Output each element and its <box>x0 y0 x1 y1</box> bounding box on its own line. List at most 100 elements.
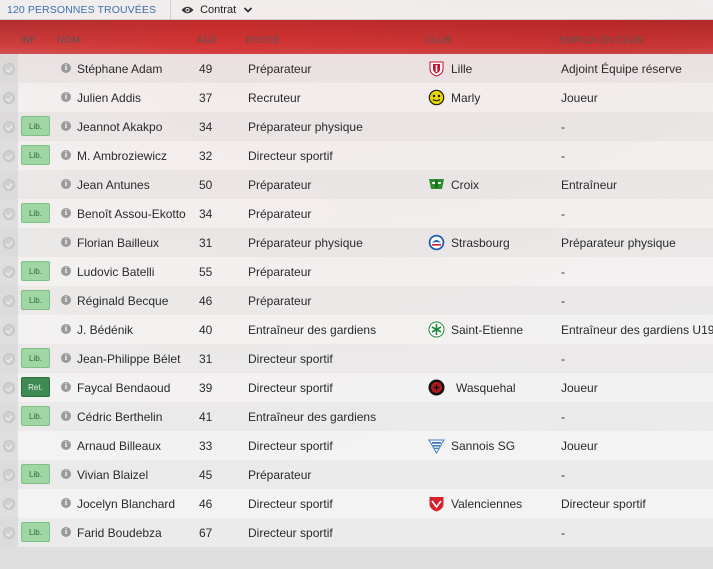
person-name[interactable]: Arnaud Billeaux <box>77 439 161 453</box>
status-badge: Ret. <box>21 377 50 397</box>
column-header-nom[interactable]: NOM <box>57 35 80 46</box>
person-name[interactable]: Jean Antunes <box>77 178 150 192</box>
person-name[interactable]: Jeannot Akakpo <box>77 120 162 134</box>
check-icon[interactable] <box>3 121 15 133</box>
view-selector-button[interactable]: Contrat <box>171 0 253 20</box>
valenciennes-crest-icon <box>428 495 445 512</box>
column-header-club[interactable]: CLUB <box>425 35 452 46</box>
info-icon[interactable]: i <box>61 237 71 247</box>
club-role: - <box>561 294 565 308</box>
person-name[interactable]: Jocelyn Blanchard <box>77 497 175 511</box>
column-header-inf[interactable]: INF <box>20 35 36 46</box>
check-icon[interactable] <box>3 92 15 104</box>
person-name[interactable]: Cédric Berthelin <box>77 410 162 424</box>
club-role: - <box>561 265 565 279</box>
person-name[interactable]: Benoît Assou-Ekotto <box>77 207 186 221</box>
lille-crest-icon <box>428 60 445 77</box>
table-row[interactable]: i Julien Addis 37 Recruteur Marly Joueur <box>0 83 713 112</box>
club-name[interactable]: Valenciennes <box>451 497 522 511</box>
table-row[interactable]: Lib. i Jeannot Akakpo 34 Préparateur physiqu… <box>0 112 713 141</box>
info-icon[interactable]: i <box>61 382 71 392</box>
table-row[interactable]: i Jean Antunes 50 Préparateur Croix Entraîneu… <box>0 170 713 199</box>
check-icon[interactable] <box>3 208 15 220</box>
person-poste: Entraîneur des gardiens <box>248 410 377 424</box>
info-icon[interactable]: i <box>61 92 71 102</box>
club-name[interactable]: Wasquehal <box>456 381 516 395</box>
check-icon[interactable] <box>3 353 15 365</box>
person-name[interactable]: Farid Boudebza <box>77 526 162 540</box>
check-icon[interactable] <box>3 498 15 510</box>
info-icon[interactable]: i <box>61 208 71 218</box>
column-header-emploi[interactable]: EMPLOI EN CLUB <box>559 35 643 46</box>
person-name[interactable]: Stéphane Adam <box>77 62 162 76</box>
person-name[interactable]: Florian Bailleux <box>77 236 159 250</box>
person-name[interactable]: Ludovic Batelli <box>77 265 154 279</box>
table-row[interactable]: Lib. i M. Ambroziewicz 32 Directeur sportif - <box>0 141 713 170</box>
info-icon[interactable]: i <box>61 440 71 450</box>
table-row[interactable]: i J. Bédénik 40 Entraîneur des gardiens Sain… <box>0 315 713 344</box>
person-name[interactable]: Julien Addis <box>77 91 141 105</box>
saint-etienne-crest-icon <box>428 321 445 338</box>
club-name[interactable]: Strasbourg <box>451 236 510 250</box>
table-row[interactable]: Lib. i Réginald Becque 46 Préparateur - <box>0 286 713 315</box>
check-icon[interactable] <box>3 266 15 278</box>
table-row[interactable]: i Stéphane Adam 49 Préparateur Lille Adjoint … <box>0 54 713 83</box>
table-row[interactable]: Lib. i Farid Boudebza 67 Directeur sportif - <box>0 518 713 547</box>
info-icon[interactable]: i <box>61 411 71 421</box>
club-name[interactable]: Lille <box>451 62 472 76</box>
info-icon[interactable]: i <box>61 324 71 334</box>
check-icon[interactable] <box>3 440 15 452</box>
info-icon[interactable]: i <box>61 469 71 479</box>
table-row[interactable]: Ret. i Faycal Bendaoud 39 Directeur sportif W… <box>0 373 713 402</box>
info-icon[interactable]: i <box>61 266 71 276</box>
check-icon[interactable] <box>3 63 15 75</box>
club-name[interactable]: Croix <box>451 178 479 192</box>
person-name[interactable]: Vivian Blaizel <box>77 468 148 482</box>
table-header: INF NOM ÂGE POSTE CLUB EMPLOI EN CLUB <box>0 29 713 53</box>
info-icon[interactable]: i <box>61 353 71 363</box>
check-icon[interactable] <box>3 382 15 394</box>
check-icon[interactable] <box>3 324 15 336</box>
person-name[interactable]: J. Bédénik <box>77 323 133 337</box>
person-poste: Directeur sportif <box>248 439 333 453</box>
table-row[interactable]: Lib. i Jean-Philippe Bélet 31 Directeur spor… <box>0 344 713 373</box>
table-row[interactable]: Lib. i Vivian Blaizel 45 Préparateur - <box>0 460 713 489</box>
club-role: - <box>561 410 565 424</box>
info-icon[interactable]: i <box>61 121 71 131</box>
club-role: Joueur <box>561 91 598 105</box>
person-poste: Entraîneur des gardiens <box>248 323 377 337</box>
check-icon[interactable] <box>3 469 15 481</box>
table-row[interactable]: Lib. i Cédric Berthelin 41 Entraîneur des ga… <box>0 402 713 431</box>
check-icon[interactable] <box>3 527 15 539</box>
person-age: 46 <box>199 497 213 511</box>
info-icon[interactable]: i <box>61 63 71 73</box>
column-header-poste[interactable]: POSTE <box>246 35 280 46</box>
info-icon[interactable]: i <box>61 179 71 189</box>
info-icon[interactable]: i <box>61 295 71 305</box>
info-icon[interactable]: i <box>61 498 71 508</box>
column-header-age[interactable]: ÂGE <box>197 35 218 46</box>
club-name[interactable]: Sannois SG <box>451 439 515 453</box>
status-badge: Lib. <box>21 290 50 310</box>
info-icon[interactable]: i <box>61 527 71 537</box>
person-poste: Directeur sportif <box>248 149 333 163</box>
club-name[interactable]: Marly <box>451 91 480 105</box>
check-icon[interactable] <box>3 237 15 249</box>
table-row[interactable]: Lib. i Benoît Assou-Ekotto 34 Préparateur - <box>0 199 713 228</box>
info-icon[interactable]: i <box>61 150 71 160</box>
person-name[interactable]: Faycal Bendaoud <box>77 381 170 395</box>
check-icon[interactable] <box>3 150 15 162</box>
check-icon[interactable] <box>3 295 15 307</box>
club-name[interactable]: Saint-Etienne <box>451 323 523 337</box>
check-icon[interactable] <box>3 179 15 191</box>
person-name[interactable]: M. Ambroziewicz <box>77 149 167 163</box>
table-row[interactable]: i Arnaud Billeaux 33 Directeur sportif Sanno… <box>0 431 713 460</box>
table-row[interactable]: i Jocelyn Blanchard 46 Directeur sportif Val… <box>0 489 713 518</box>
person-name[interactable]: Réginald Becque <box>77 294 168 308</box>
table-row[interactable]: Lib. i Ludovic Batelli 55 Préparateur - <box>0 257 713 286</box>
check-icon[interactable] <box>3 411 15 423</box>
table-row[interactable]: i Florian Bailleux 31 Préparateur physique S… <box>0 228 713 257</box>
person-name[interactable]: Jean-Philippe Bélet <box>77 352 180 366</box>
person-age: 32 <box>199 149 213 163</box>
person-age: 34 <box>199 120 213 134</box>
